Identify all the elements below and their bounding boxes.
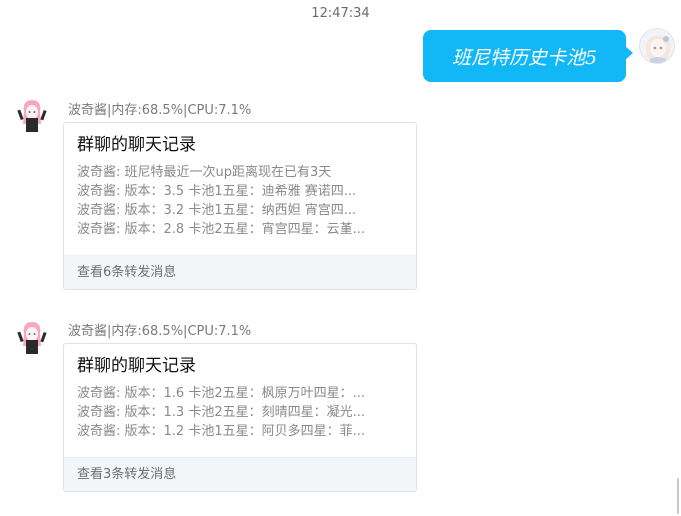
bot-avatar[interactable]: [16, 98, 48, 134]
scrollbar[interactable]: [677, 478, 679, 514]
forwarded-chat-card[interactable]: 群聊的聊天记录 波奇酱: 版本：1.6 卡池2五星：枫原万叶四星：... 波奇酱…: [63, 343, 417, 492]
outgoing-message-bubble[interactable]: 班尼特历史卡池5: [423, 30, 633, 82]
self-avatar[interactable]: [639, 28, 675, 64]
bot-avatar-image: [17, 322, 47, 354]
card-preview-line: 波奇酱: 版本：3.5 卡池1五星：迪希雅 赛诺四...: [77, 184, 357, 199]
view-forwarded-messages-link[interactable]: 查看3条转发消息: [64, 457, 416, 491]
card-preview-line: 波奇酱: 版本：1.2 卡池1五星：阿贝多四星：菲...: [77, 424, 365, 439]
message-timestamp: 12:47:34: [311, 6, 370, 21]
view-forwarded-messages-link[interactable]: 查看6条转发消息: [64, 255, 416, 289]
card-preview-line: 波奇酱: 版本：1.3 卡池2五星：刻晴四星：凝光...: [77, 405, 365, 420]
bot-avatar-image: [17, 100, 47, 132]
card-preview-line: 波奇酱: 版本：1.6 卡池2五星：枫原万叶四星：...: [77, 386, 365, 401]
forwarded-chat-card[interactable]: 群聊的聊天记录 波奇酱: 班尼特最近一次up距离现在已有3天 波奇酱: 版本：3…: [63, 122, 417, 290]
card-preview-line: 波奇酱: 版本：2.8 卡池2五星：宵宫四星：云堇...: [77, 222, 365, 237]
card-preview-line: 波奇酱: 班尼特最近一次up距离现在已有3天: [77, 165, 332, 180]
sender-name: 波奇酱|内存:68.5%|CPU:7.1%: [68, 103, 252, 118]
outgoing-message-text: 班尼特历史卡池5: [451, 46, 598, 69]
sender-name: 波奇酱|内存:68.5%|CPU:7.1%: [68, 324, 252, 339]
bubble-tail: [625, 46, 633, 60]
card-preview-line: 波奇酱: 版本：3.2 卡池1五星：纳西妲 宵宫四...: [77, 203, 357, 218]
bot-avatar[interactable]: [16, 320, 48, 356]
card-title: 群聊的聊天记录: [77, 135, 196, 155]
self-avatar-image: [640, 29, 674, 63]
card-title: 群聊的聊天记录: [77, 356, 196, 376]
